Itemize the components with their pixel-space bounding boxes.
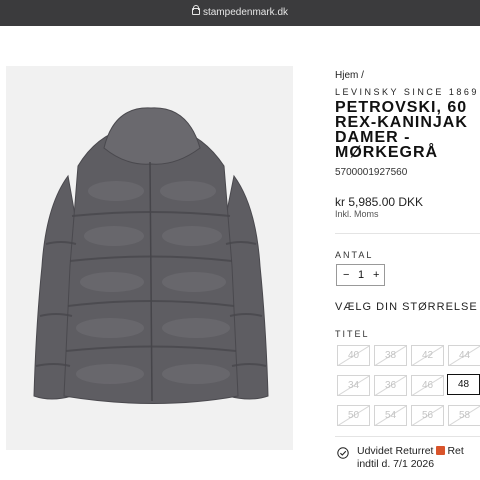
title-line: PETROVSKI, 60 (335, 99, 468, 116)
product-sku: 5700001927560 (335, 167, 408, 178)
quantity-label: ANTAL (335, 250, 374, 260)
increment-button[interactable]: + (373, 269, 379, 281)
breadcrumb[interactable]: Hjem / (335, 70, 364, 81)
url-text: stampedenmark.dk (202, 7, 289, 18)
divider (335, 233, 480, 234)
vat-note: Inkl. Moms (335, 209, 379, 219)
returns-info: Udvidet Returret Ret (357, 445, 464, 457)
size-option[interactable]: 58 (448, 405, 480, 426)
size-group-label: TITEL (335, 329, 370, 339)
size-option[interactable]: 44 (448, 345, 480, 366)
title-line: MØRKEGRÅ (335, 144, 439, 161)
quantity-stepper: − 1 + (336, 264, 385, 286)
size-option[interactable]: 40 (337, 345, 370, 366)
gift-icon (436, 446, 446, 455)
divider (335, 436, 480, 437)
returns-date: indtil d. 7/1 2026 (357, 458, 435, 470)
product-title: PETROVSKI, 60 REX-KANINJAK DAMER - MØRKE… (335, 99, 468, 161)
decrement-button[interactable]: − (343, 269, 349, 281)
size-option[interactable]: 34 (337, 375, 370, 396)
address-bar[interactable]: stampedenmark.dk (0, 5, 480, 18)
quantity-value[interactable]: 1 (358, 269, 364, 281)
size-option[interactable]: 54 (374, 405, 407, 426)
size-option[interactable]: 36 (374, 375, 407, 396)
returns-text-cont: Ret (447, 445, 464, 457)
size-option[interactable]: 42 (411, 345, 444, 366)
brand-name[interactable]: LEVINSKY SINCE 1869 (335, 87, 479, 97)
size-option[interactable]: 38 (374, 345, 407, 366)
browser-topbar: stampedenmark.dk (0, 0, 480, 26)
product-image[interactable] (6, 66, 293, 450)
check-circle-icon (337, 447, 349, 459)
product-price: kr 5,985.00 DKK (335, 195, 424, 209)
size-heading: VÆLG DIN STØRRELSE (335, 301, 478, 313)
size-option[interactable]: 56 (411, 405, 444, 426)
returns-text: Udvidet Returret (357, 445, 434, 457)
fur-jacket-illustration (33, 107, 269, 404)
size-option-available[interactable]: 48 (447, 374, 480, 395)
size-option[interactable]: 46 (411, 375, 444, 396)
title-line: DAMER - (335, 129, 411, 146)
title-line: REX-KANINJAK (335, 114, 468, 131)
lock-icon (191, 5, 200, 15)
size-option[interactable]: 50 (337, 405, 370, 426)
